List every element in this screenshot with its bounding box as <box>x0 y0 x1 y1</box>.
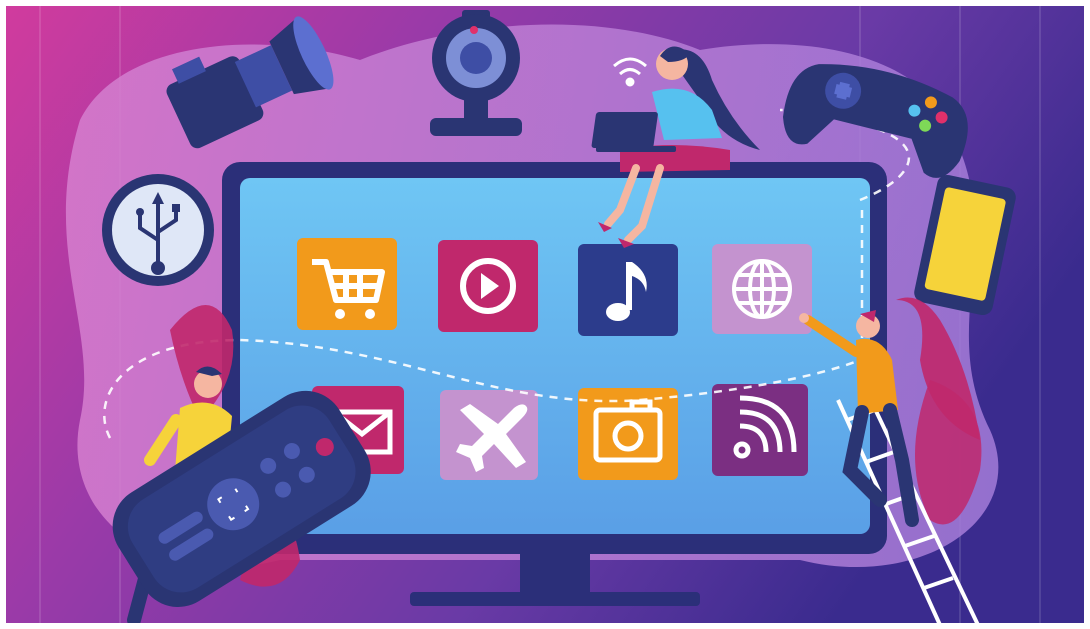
smart-tv-illustration <box>0 0 1090 629</box>
tv-stand-base <box>410 592 700 606</box>
app-tile-video[interactable] <box>438 240 538 332</box>
globe-icon <box>732 259 792 319</box>
usb-icon <box>102 174 214 286</box>
app-tile-web[interactable] <box>712 244 812 334</box>
app-tile-travel[interactable] <box>440 390 538 480</box>
app-tile-feed[interactable] <box>712 384 808 476</box>
illustration-canvas <box>0 0 1090 629</box>
app-tile-shopping[interactable] <box>297 238 397 330</box>
app-tile-music[interactable] <box>578 244 678 336</box>
